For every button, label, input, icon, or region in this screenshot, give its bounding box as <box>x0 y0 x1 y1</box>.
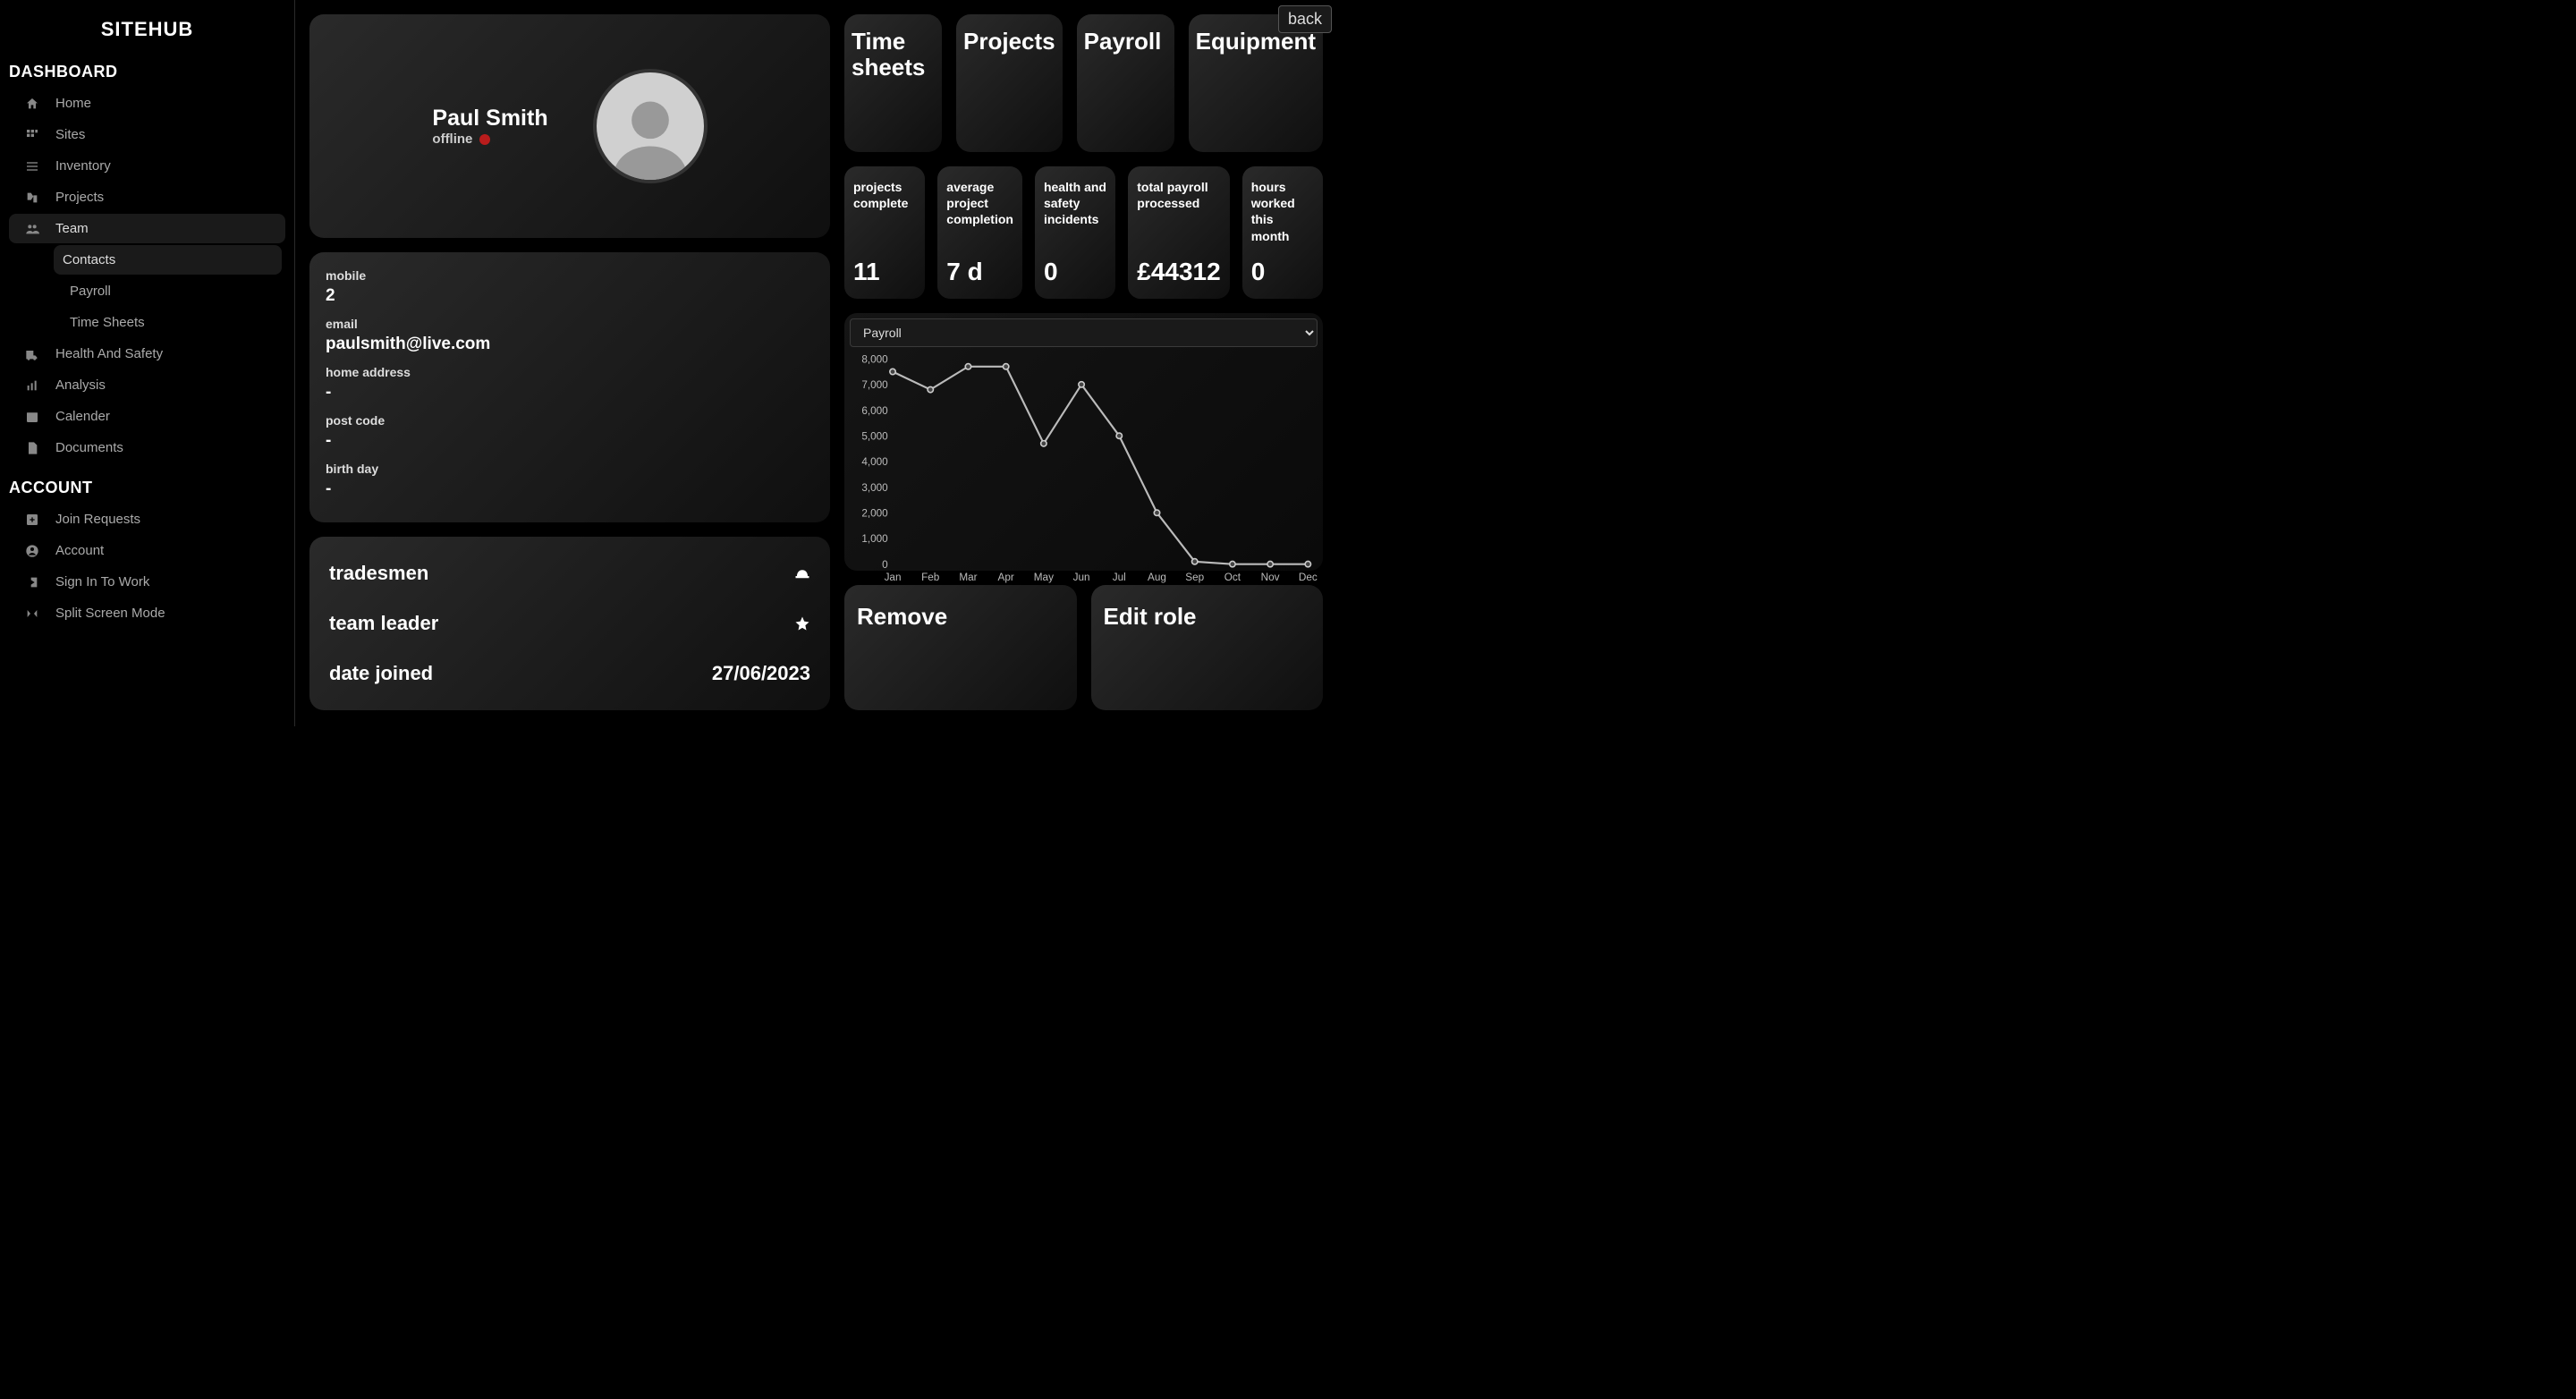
tab-payroll[interactable]: Payroll <box>1077 14 1174 152</box>
postcode-label: post code <box>326 413 814 428</box>
nav-contacts[interactable]: Contacts <box>54 245 282 275</box>
section-dashboard: DASHBOARD <box>0 57 294 87</box>
mobile-label: mobile <box>326 268 814 283</box>
split-icon <box>25 606 39 621</box>
signin-icon <box>25 575 39 589</box>
profile-card: Paul Smith offline <box>309 14 830 238</box>
svg-text:6,000: 6,000 <box>861 405 888 417</box>
svg-text:Jan: Jan <box>885 572 902 583</box>
nav-payroll[interactable]: Payroll <box>9 276 285 306</box>
role-card: tradesmen team leader date joined 27/06/… <box>309 537 830 710</box>
projects-icon <box>25 191 39 205</box>
profile-name: Paul Smith <box>432 106 547 131</box>
svg-text:Jul: Jul <box>1113 572 1126 583</box>
address-label: home address <box>326 365 814 379</box>
chart-select[interactable]: Payroll <box>850 318 1318 347</box>
status-dot-icon <box>479 134 490 145</box>
tab-timesheets[interactable]: Time sheets <box>844 14 942 152</box>
payroll-chart: 0 1,000 2,000 3,000 4,000 5,000 6,000 7,000 8,00… <box>850 347 1318 590</box>
tab-equipment[interactable]: Equipment <box>1189 14 1323 152</box>
nav-timesheets[interactable]: Time Sheets <box>9 308 285 337</box>
calendar-icon <box>25 410 39 424</box>
svg-text:4,000: 4,000 <box>861 456 888 468</box>
sidebar: SITEHUB DASHBOARD Home Sites Inventory P… <box>0 0 295 726</box>
remove-button[interactable]: Remove <box>844 585 1077 710</box>
tab-projects[interactable]: Projects <box>956 14 1063 152</box>
details-card: mobile 2 email paulsmith@live.com home a… <box>309 252 830 522</box>
stat-projects-complete: projects complete 11 <box>844 166 925 299</box>
svg-text:0: 0 <box>882 559 888 571</box>
chart-card: Payroll 0 1,000 2,000 3,000 4,000 5,000 6,000 7… <box>844 313 1323 571</box>
stat-row: projects complete 11 average project com… <box>844 166 1323 299</box>
stat-hours: hours worked this month 0 <box>1242 166 1323 299</box>
nav-calendar[interactable]: Calender <box>9 402 285 431</box>
nav-health[interactable]: Health And Safety <box>9 339 285 369</box>
birthday-label: birth day <box>326 462 814 476</box>
svg-text:3,000: 3,000 <box>861 482 888 494</box>
nav-join-requests[interactable]: Join Requests <box>9 504 285 534</box>
document-icon <box>25 441 39 455</box>
date-joined-value: 27/06/2023 <box>712 662 810 685</box>
date-joined-label: date joined <box>329 662 433 685</box>
stat-payroll-total: total payroll processed £44312 <box>1128 166 1229 299</box>
edit-role-button[interactable]: Edit role <box>1091 585 1324 710</box>
home-icon <box>25 97 39 111</box>
team-icon <box>25 222 39 236</box>
action-row: Remove Edit role <box>844 585 1323 710</box>
hardhat-icon <box>794 566 810 581</box>
list-icon <box>25 159 39 174</box>
star-icon <box>794 615 810 632</box>
nav-team[interactable]: Team <box>9 214 285 243</box>
email-label: email <box>326 317 814 331</box>
svg-text:1,000: 1,000 <box>861 533 888 545</box>
nav-signin[interactable]: Sign In To Work <box>9 567 285 597</box>
nav-inventory[interactable]: Inventory <box>9 151 285 181</box>
truck-icon <box>25 347 39 361</box>
postcode-value: - <box>326 431 814 451</box>
address-value: - <box>326 383 814 403</box>
svg-text:7,000: 7,000 <box>861 379 888 391</box>
svg-text:Dec: Dec <box>1299 572 1318 583</box>
svg-text:Nov: Nov <box>1261 572 1280 583</box>
profile-status: offline <box>432 131 547 147</box>
stat-avg-completion: average project completion 7 d <box>937 166 1022 299</box>
email-value: paulsmith@live.com <box>326 335 814 354</box>
svg-text:5,000: 5,000 <box>861 430 888 442</box>
person-icon <box>606 90 695 180</box>
svg-text:Sep: Sep <box>1185 572 1204 583</box>
tab-row: Time sheets Projects Payroll Equipment <box>844 14 1323 152</box>
main-content: Paul Smith offline mobile 2 email paulsm… <box>295 0 1337 726</box>
chart-icon <box>25 378 39 393</box>
brand-title: SITEHUB <box>101 18 194 41</box>
sites-icon <box>25 128 39 142</box>
nav-projects[interactable]: Projects <box>9 182 285 212</box>
svg-text:Apr: Apr <box>998 572 1014 583</box>
stat-incidents: health and safety incidents 0 <box>1035 166 1115 299</box>
role-teamleader: team leader <box>329 612 438 635</box>
user-circle-icon <box>25 544 39 558</box>
back-button[interactable]: back <box>1278 5 1332 33</box>
svg-text:2,000: 2,000 <box>861 508 888 520</box>
section-account: ACCOUNT <box>0 473 294 503</box>
svg-text:Oct: Oct <box>1224 572 1241 583</box>
nav-documents[interactable]: Documents <box>9 433 285 462</box>
nav-analysis[interactable]: Analysis <box>9 370 285 400</box>
avatar <box>593 69 708 183</box>
svg-text:Aug: Aug <box>1148 572 1166 583</box>
svg-text:8,000: 8,000 <box>861 353 888 365</box>
svg-text:Feb: Feb <box>921 572 940 583</box>
mobile-value: 2 <box>326 286 814 306</box>
svg-text:Jun: Jun <box>1073 572 1090 583</box>
role-tradesmen: tradesmen <box>329 562 428 585</box>
svg-text:Mar: Mar <box>959 572 977 583</box>
plus-square-icon <box>25 513 39 527</box>
birthday-value: - <box>326 479 814 499</box>
nav-splitscreen[interactable]: Split Screen Mode <box>9 598 285 628</box>
nav-sites[interactable]: Sites <box>9 120 285 149</box>
svg-text:May: May <box>1034 572 1054 583</box>
nav-account[interactable]: Account <box>9 536 285 565</box>
nav-home[interactable]: Home <box>9 89 285 118</box>
